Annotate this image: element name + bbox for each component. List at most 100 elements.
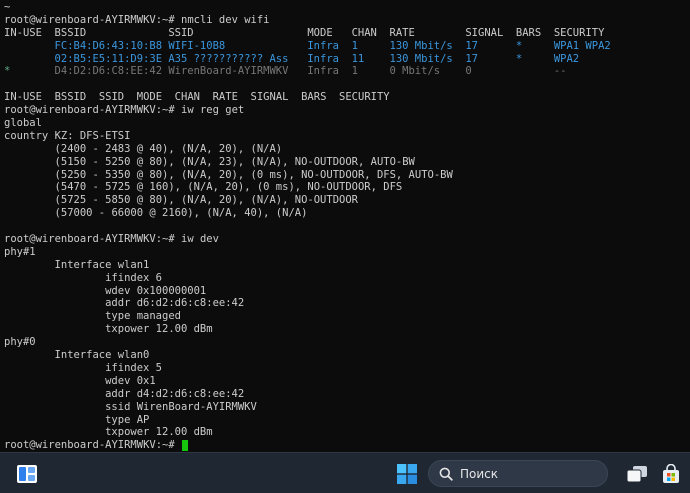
terminal-line: country KZ: DFS-ETSI	[0, 130, 690, 143]
terminal-line: (5725 - 5850 @ 80), (N/A, 20), (N/A), NO…	[0, 194, 690, 207]
desktop-screen: ~ root@wirenboard-AYIRMWKV:~# nmcli dev w…	[0, 0, 690, 493]
terminal-line: wdev 0x1	[0, 375, 690, 388]
terminal-text: (5250 - 5350 @ 80), (N/A, 20), (0 ms), N…	[54, 168, 453, 181]
terminal-text: 1	[351, 39, 358, 52]
terminal-line: root@wirenboard-AYIRMWKV:~# iw reg get	[0, 104, 690, 117]
terminal-line: type managed	[0, 310, 690, 323]
terminal-text: Infra	[307, 52, 339, 65]
terminal-text: 1	[351, 65, 358, 78]
terminal-text: (57000 - 66000 @ 2160), (N/A, 40), (N/A)	[54, 207, 308, 220]
terminal-text: 11	[351, 52, 365, 65]
terminal-line: ifindex 6	[0, 272, 690, 285]
terminal-text: (5725 - 5850 @ 80), (N/A, 20), (N/A), NO…	[54, 194, 358, 207]
terminal-line: * D4:D2:D6:C8:EE:42 WirenBoard-AYIRMWKV Inf…	[0, 65, 690, 78]
terminal-text: phy#1	[4, 245, 36, 258]
terminal-line: Interface wlan1	[0, 259, 690, 272]
terminal-text: SECURITY	[553, 26, 605, 39]
snap-layout-button[interactable]	[12, 459, 42, 489]
terminal-text: IN-USE	[4, 26, 42, 39]
terminal-line: wdev 0x100000001	[0, 285, 690, 298]
terminal-text: ifindex 5	[105, 361, 163, 374]
terminal-line: type AP	[0, 414, 690, 427]
terminal-text: root@wirenboard-AYIRMWKV:~#	[4, 439, 182, 452]
terminal-line: (5150 - 5250 @ 80), (N/A, 23), (N/A), NO…	[0, 156, 690, 169]
terminal-line: phy#1	[0, 246, 690, 259]
search-icon	[439, 467, 453, 481]
terminal-line: (57000 - 66000 @ 2160), (N/A, 40), (N/A)	[0, 207, 690, 220]
terminal-line: (2400 - 2483 @ 40), (N/A, 20), (N/A)	[0, 143, 690, 156]
terminal-text: (5470 - 5725 @ 160), (N/A, 20), (0 ms), …	[54, 181, 403, 194]
terminal-line: Interface wlan0	[0, 349, 690, 362]
terminal-text: SIGNAL	[465, 26, 504, 39]
terminal-text: txpower 12.00 dBm	[105, 323, 213, 336]
terminal-text: 0 Mbit/s	[389, 65, 441, 78]
terminal-text: 17	[465, 39, 479, 52]
terminal-text: MODE	[307, 26, 333, 39]
terminal-text: type AP	[105, 413, 150, 426]
terminal-text: Interface wlan0	[54, 349, 150, 362]
task-view-button[interactable]	[622, 459, 652, 489]
store-icon	[663, 464, 679, 483]
terminal-text: wdev 0x1	[105, 374, 156, 387]
terminal-text: IN-USE BSSID SSID MODE CHAN RATE SIGNAL …	[4, 91, 390, 104]
terminal-line: txpower 12.00 dBm	[0, 323, 690, 336]
taskbar-search-box[interactable]: Поиск	[428, 460, 608, 487]
terminal-text: *	[4, 65, 11, 78]
terminal-text: root@wirenboard-AYIRMWKV:~# nmcli dev wi…	[4, 13, 270, 26]
terminal-text: (5150 - 5250 @ 80), (N/A, 23), (N/A), NO…	[54, 155, 415, 168]
terminal-text: WPA1 WPA2	[553, 39, 611, 52]
terminal-line: FC:B4:D6:43:10:B8 WIFI-10B8 Infra 1 130 Mbit…	[0, 40, 690, 53]
terminal-text: (2400 - 2483 @ 40), (N/A, 20), (N/A)	[54, 142, 283, 155]
terminal-text: addr d4:d2:d6:c8:ee:42	[105, 387, 245, 400]
search-label: Поиск	[460, 466, 499, 481]
terminal-line: IN-USE BSSID SSID MODE CHAN RATE SIGNAL BARS SEC…	[0, 27, 690, 40]
terminal-line: global	[0, 117, 690, 130]
terminal-line: IN-USE BSSID SSID MODE CHAN RATE SIGNAL …	[0, 91, 690, 104]
terminal-text: root@wirenboard-AYIRMWKV:~# iw dev	[4, 233, 219, 246]
terminal-text: ssid WirenBoard-AYIRMWKV	[105, 400, 257, 413]
terminal-text: global	[4, 117, 42, 130]
terminal-line: (5250 - 5350 @ 80), (N/A, 20), (0 ms), N…	[0, 169, 690, 182]
terminal-text: BARS	[515, 26, 542, 39]
terminal-text: addr d6:d2:d6:c8:ee:42	[105, 297, 245, 310]
terminal-line: root@wirenboard-AYIRMWKV:~#	[0, 439, 690, 452]
terminal-text: SSID	[168, 26, 194, 39]
terminal-line: root@wirenboard-AYIRMWKV:~# iw dev	[0, 233, 690, 246]
terminal-cursor	[181, 440, 188, 452]
terminal-text: root@wirenboard-AYIRMWKV:~# iw reg get	[4, 104, 245, 117]
terminal-line: phy#0	[0, 336, 690, 349]
terminal-text: type managed	[105, 310, 181, 323]
terminal-line: txpower 12.00 dBm	[0, 426, 690, 439]
windows-start-icon	[397, 464, 417, 484]
terminal-text: FC:B4:D6:43:10:B8	[54, 39, 163, 52]
terminal-text: Interface wlan1	[54, 258, 150, 271]
start-button[interactable]	[392, 459, 422, 489]
terminal-text: RATE	[389, 26, 415, 39]
terminal-text: wdev 0x100000001	[105, 284, 207, 297]
terminal-text: Infra	[307, 39, 339, 52]
terminal-text: country KZ: DFS-ETSI	[4, 129, 131, 142]
terminal-text: 0	[465, 65, 472, 78]
terminal-line: ssid WirenBoard-AYIRMWKV	[0, 401, 690, 414]
terminal-window[interactable]: ~ root@wirenboard-AYIRMWKV:~# nmcli dev w…	[0, 0, 690, 452]
terminal-text: WIFI-10B8	[168, 39, 226, 52]
terminal-text: *	[515, 52, 523, 65]
terminal-line: ifindex 5	[0, 362, 690, 375]
terminal-text: CHAN	[351, 26, 377, 39]
terminal-line: root@wirenboard-AYIRMWKV:~# nmcli dev wi…	[0, 14, 690, 27]
terminal-text: BSSID	[54, 26, 87, 39]
task-view-icon	[626, 466, 647, 483]
terminal-text: 02:B5:E5:11:D9:3E	[54, 52, 163, 65]
terminal-text: txpower 12.00 dBm	[105, 426, 213, 439]
terminal-line: addr d4:d2:d6:c8:ee:42	[0, 388, 690, 401]
terminal-text: D4:D2:D6:C8:EE:42	[54, 65, 163, 78]
terminal-text: ifindex 6	[105, 271, 163, 284]
store-button[interactable]	[656, 459, 686, 489]
terminal-text: WPA2	[553, 52, 580, 65]
terminal-text: Infra	[307, 65, 339, 78]
terminal-line: ~	[0, 1, 690, 14]
terminal-text: phy#0	[4, 336, 36, 349]
terminal-text: --	[553, 65, 567, 78]
terminal-text: ~	[4, 1, 11, 13]
